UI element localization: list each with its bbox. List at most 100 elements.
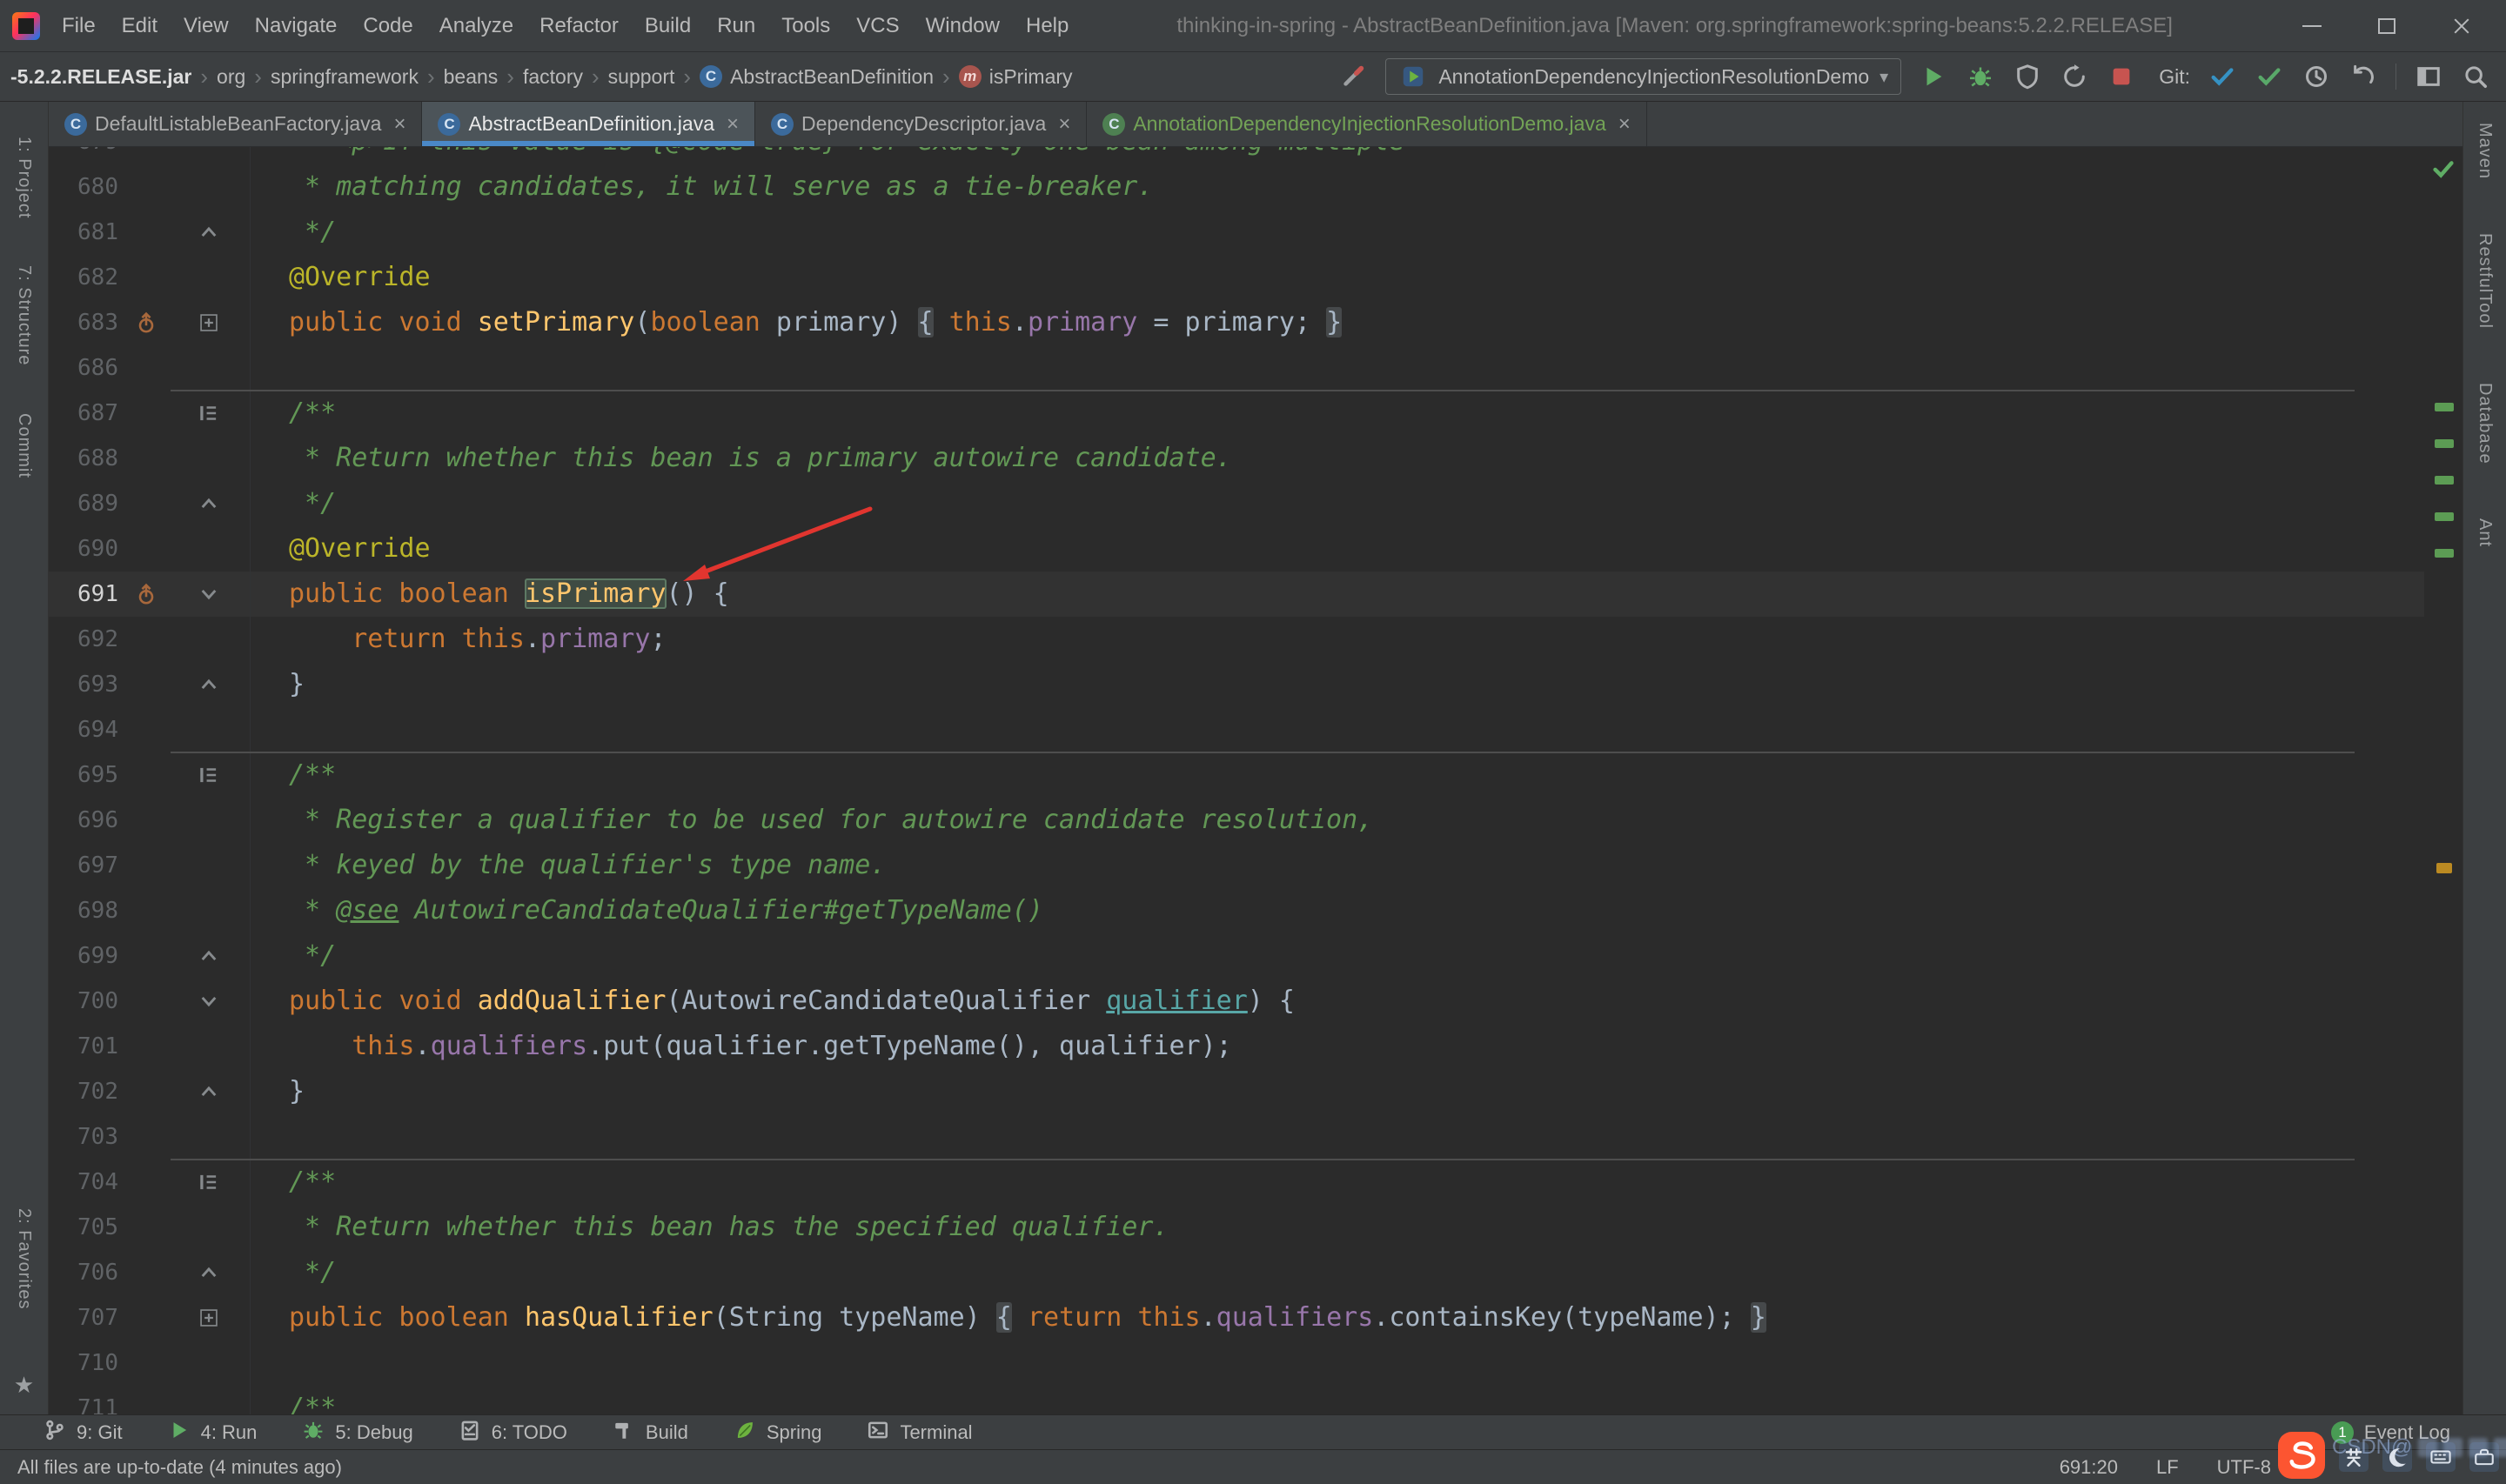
code-line[interactable]: 693} <box>49 662 2424 707</box>
git-update-button[interactable] <box>2208 62 2237 91</box>
breadcrumb-item[interactable]: support <box>605 65 679 89</box>
code-line[interactable]: 682 @Override <box>49 255 2424 300</box>
code-line[interactable]: 694 <box>49 707 2424 752</box>
code-line[interactable]: 695 /** <box>49 752 2424 798</box>
code-line[interactable]: 711 /** <box>49 1386 2424 1414</box>
fold-open-icon[interactable] <box>167 572 251 617</box>
minimize-button[interactable] <box>2292 9 2332 43</box>
breadcrumb-item[interactable]: m isPrimary <box>955 65 1076 89</box>
code-line[interactable]: 705 * Return whether this bean has the s… <box>49 1205 2424 1250</box>
fold-end-icon[interactable] <box>167 210 251 255</box>
stripe-button-database[interactable]: Database <box>2475 383 2495 465</box>
menu-edit[interactable]: Edit <box>109 0 171 52</box>
editor-scrollbar[interactable] <box>2424 147 2462 1414</box>
stripe-button-maven[interactable]: Maven <box>2475 123 2495 179</box>
menu-build[interactable]: Build <box>632 0 704 52</box>
ime-toolbox-icon[interactable] <box>2469 1442 2499 1472</box>
editor-tab[interactable]: C DependencyDescriptor.java × <box>755 102 1088 146</box>
code-line[interactable]: 697 * keyed by the qualifier's type name… <box>49 843 2424 888</box>
code-line[interactable]: 701 this.qualifiers.put(qualifier.getTyp… <box>49 1024 2424 1069</box>
run-button[interactable] <box>1919 62 1948 91</box>
code-line[interactable]: 700 public void addQualifier(AutowireCand… <box>49 979 2424 1024</box>
code-line[interactable]: 702} <box>49 1069 2424 1114</box>
code-line[interactable]: 689 */ <box>49 481 2424 526</box>
code-line[interactable]: 686 <box>49 345 2424 391</box>
coverage-button[interactable] <box>2013 62 2042 91</box>
menu-view[interactable]: View <box>171 0 242 52</box>
fold-doc-icon[interactable] <box>167 1160 251 1205</box>
editor-tab[interactable]: C AnnotationDependencyInjectionResolution… <box>1087 102 1647 146</box>
code-line[interactable]: 690 @Override <box>49 526 2424 572</box>
code-line[interactable]: 703 <box>49 1114 2424 1160</box>
code-line[interactable]: 679 * <p>If this value is {@code true} f… <box>49 147 2424 164</box>
close-icon[interactable]: × <box>393 113 405 135</box>
stripe-button-commit[interactable]: Commit <box>14 413 34 478</box>
file-encoding[interactable]: UTF-8 <box>2217 1456 2271 1479</box>
menu-help[interactable]: Help <box>1013 0 1082 52</box>
fold-doc-icon[interactable] <box>167 391 251 436</box>
toolwindow-button-4-run[interactable]: 4: Run <box>145 1415 280 1449</box>
profiler-button[interactable] <box>2060 62 2089 91</box>
git-commit-button[interactable] <box>2255 62 2284 91</box>
code-line[interactable]: 688 * Return whether this bean is a prim… <box>49 436 2424 481</box>
stripe-button-restfultool[interactable]: RestfulTool <box>2475 233 2495 329</box>
code-line[interactable]: 691 public boolean isPrimary() { <box>49 572 2424 617</box>
menu-window[interactable]: Window <box>913 0 1013 52</box>
close-icon[interactable]: × <box>1058 113 1070 135</box>
debug-button[interactable] <box>1966 62 1995 91</box>
inspections-status-icon[interactable] <box>2430 156 2456 182</box>
fold-open-icon[interactable] <box>167 979 251 1024</box>
code-line[interactable]: 683 public void setPrimary(boolean primar… <box>49 300 2424 345</box>
toolwindow-button-9-git[interactable]: 9: Git <box>21 1415 145 1449</box>
stop-button[interactable] <box>2107 62 2136 91</box>
stripe-button-ant[interactable]: Ant <box>2475 518 2495 547</box>
code-line[interactable]: 698 * @see AutowireCandidateQualifier#ge… <box>49 888 2424 933</box>
fold-end-icon[interactable] <box>167 1250 251 1295</box>
ime-language-icon[interactable] <box>2339 1442 2369 1472</box>
code-line[interactable]: 692 return this.primary; <box>49 617 2424 662</box>
code-line[interactable]: 687 /** <box>49 390 2424 436</box>
close-icon[interactable]: × <box>1618 113 1631 135</box>
fold-end-icon[interactable] <box>167 662 251 707</box>
menu-run[interactable]: Run <box>704 0 768 52</box>
fold-end-icon[interactable] <box>167 933 251 979</box>
code-line[interactable]: 681 */ <box>49 210 2424 255</box>
maximize-button[interactable] <box>2367 9 2407 43</box>
menu-analyze[interactable]: Analyze <box>426 0 526 52</box>
fold-plus-icon[interactable] <box>167 1295 251 1340</box>
editor-tab[interactable]: C DefaultListableBeanFactory.java × <box>49 102 423 146</box>
menu-file[interactable]: File <box>49 0 109 52</box>
favorites-star-icon[interactable]: ★ <box>14 1372 34 1399</box>
override-icon[interactable] <box>125 300 167 345</box>
toolwindow-button-terminal[interactable]: Terminal <box>844 1415 995 1449</box>
fold-doc-icon[interactable] <box>167 752 251 798</box>
code-line[interactable]: 710 <box>49 1340 2424 1386</box>
breadcrumb-item[interactable]: C AbstractBeanDefinition <box>696 65 937 89</box>
code-line[interactable]: 680 * matching candidates, it will serve… <box>49 164 2424 210</box>
breadcrumb-item[interactable]: beans <box>440 65 502 89</box>
layout-button[interactable] <box>2414 62 2443 91</box>
breadcrumb-item[interactable]: factory <box>519 65 586 89</box>
code-line[interactable]: 706 */ <box>49 1250 2424 1295</box>
menu-code[interactable]: Code <box>350 0 425 52</box>
code-line[interactable]: 704 /** <box>49 1159 2424 1205</box>
toolwindow-button-spring[interactable]: Spring <box>711 1415 845 1449</box>
code-line[interactable]: 707 public boolean hasQualifier(String ty… <box>49 1295 2424 1340</box>
code-line[interactable]: 696 * Register a qualifier to be used fo… <box>49 798 2424 843</box>
code-editor[interactable]: 679 * <p>If this value is {@code true} f… <box>49 147 2462 1414</box>
breadcrumb-item[interactable]: -5.2.2.RELEASE.jar <box>7 65 195 89</box>
line-separator[interactable]: LF <box>2156 1456 2179 1479</box>
ime-keyboard-icon[interactable] <box>2426 1442 2456 1472</box>
stripe-button-2-favorites[interactable]: 2: Favorites <box>14 1208 34 1309</box>
breadcrumb-item[interactable]: org <box>213 65 249 89</box>
caret-position[interactable]: 691:20 <box>2060 1456 2118 1479</box>
fold-end-icon[interactable] <box>167 1069 251 1114</box>
fold-end-icon[interactable] <box>167 481 251 526</box>
menu-navigate[interactable]: Navigate <box>242 0 351 52</box>
stripe-button-1-project[interactable]: 1: Project <box>14 137 34 218</box>
menu-vcs[interactable]: VCS <box>843 0 912 52</box>
toolwindow-button-6-todo[interactable]: 6: TODO <box>436 1415 590 1449</box>
menu-refactor[interactable]: Refactor <box>526 0 632 52</box>
menu-tools[interactable]: Tools <box>768 0 843 52</box>
search-everywhere-button[interactable] <box>2461 62 2490 91</box>
